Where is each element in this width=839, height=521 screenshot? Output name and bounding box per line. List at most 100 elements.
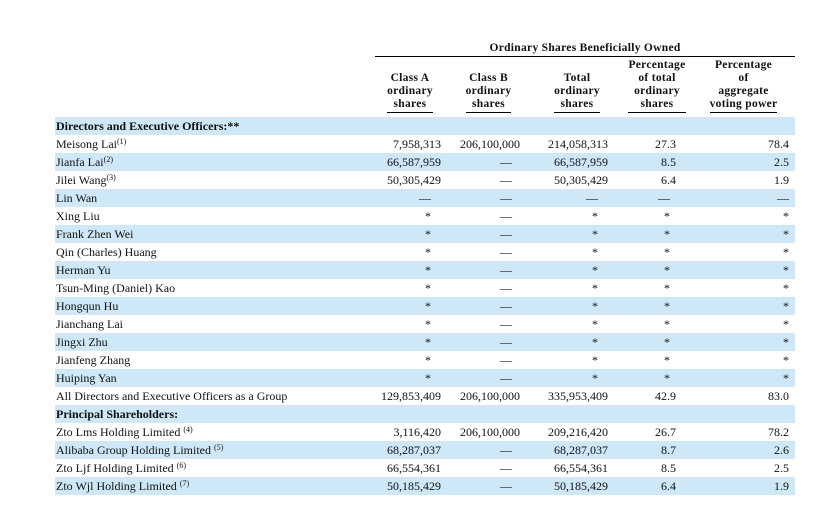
holder-name: Lin Wan <box>56 190 98 205</box>
holder-name: Frank Zhen Wei <box>56 226 134 241</box>
holder-name-cell: Jingxi Zhu <box>55 333 375 351</box>
value-cell: * <box>375 333 445 351</box>
beneficial-ownership-document: Ordinary Shares Beneficially Owned Class… <box>55 40 796 495</box>
holder-name-cell: Hongqun Hu <box>55 297 375 315</box>
column-header-line: ordinary <box>634 85 680 97</box>
value-cell: * <box>592 352 598 367</box>
holder-name-cell: Zto Lms Holding Limited (4) <box>55 423 375 441</box>
value-cell: * <box>532 225 622 243</box>
group-header: Ordinary Shares Beneficially Owned <box>375 40 796 57</box>
section-label: Directors and Executive Officers:** <box>55 117 796 135</box>
value-cell: 209,216,420 <box>548 424 608 439</box>
table-row: Herman Yu * — * * * <box>55 261 796 279</box>
value-cell: 68,287,037 <box>532 441 622 459</box>
holder-name: Zto Lms Holding Limited <box>56 424 184 439</box>
column-header: Percentage of total ordinary shares <box>622 57 692 118</box>
value-cell: 2.6 <box>692 441 796 459</box>
value-cell: * <box>592 316 598 331</box>
value-cell: * <box>622 225 692 243</box>
value-cell: 27.3 <box>655 136 676 151</box>
value-cell: 206,100,000 <box>460 388 520 403</box>
value-cell: 68,287,037 <box>375 441 445 459</box>
holder-name-cell: Jianfa Lai(2) <box>55 153 375 171</box>
column-header-line: of <box>738 72 749 84</box>
value-cell: * <box>425 244 431 259</box>
value-cell: * <box>592 208 598 223</box>
value-cell: 66,587,959 <box>532 153 622 171</box>
value-cell: * <box>592 280 598 295</box>
value-cell: 129,853,409 <box>381 388 441 403</box>
value-cell: * <box>783 352 790 367</box>
holder-name-cell: Qin (Charles) Huang <box>55 243 375 261</box>
value-cell: * <box>622 369 692 387</box>
value-cell: — <box>445 189 532 207</box>
column-header-line: Class A <box>390 72 430 84</box>
value-cell: * <box>783 244 790 259</box>
table-row: All Directors and Executive Officers as … <box>55 387 795 405</box>
beneficial-ownership-table: Ordinary Shares Beneficially Owned Class… <box>55 40 796 495</box>
holder-name-cell: All Directors and Executive Officers as … <box>55 387 375 405</box>
column-header-text: Class Aordinary shares <box>387 72 433 113</box>
table-row: Xing Liu * — * * * <box>55 207 795 225</box>
holder-name-cell: Lin Wan <box>55 189 375 207</box>
value-cell: 78.2 <box>768 424 790 439</box>
value-cell: * <box>425 280 431 295</box>
column-header-line: Total <box>563 72 591 84</box>
value-cell: * <box>692 261 796 279</box>
value-cell: 2.5 <box>774 460 790 475</box>
value-cell: 2.5 <box>692 153 796 171</box>
holder-name: Qin (Charles) Huang <box>56 244 157 259</box>
empty-header-cell <box>55 40 375 57</box>
value-cell: * <box>783 208 790 223</box>
value-cell: — <box>500 172 512 187</box>
value-cell: 335,953,409 <box>548 388 608 403</box>
value-cell: 66,587,959 <box>375 153 445 171</box>
value-cell: * <box>622 297 692 315</box>
column-header: Percentage of aggregate voting power <box>692 57 795 118</box>
holder-name-cell: Tsun-Ming (Daniel) Kao <box>55 279 375 297</box>
value-cell: * <box>425 316 431 331</box>
table-row: Alibaba Group Holding Limited (5) 68,287,… <box>55 441 796 459</box>
value-cell: 83.0 <box>768 388 790 403</box>
footnote-ref: (2) <box>103 154 113 164</box>
value-cell: 214,058,313 <box>548 136 608 151</box>
column-header-line: Percentage <box>628 59 686 71</box>
table-row: Jilei Wang(3) 50,305,429 — 50,305,429 6.4 1.9 <box>55 171 795 189</box>
column-header: Class Bordinary shares <box>445 57 532 118</box>
section-header-row: Principal Shareholders: <box>55 405 796 423</box>
value-cell: — <box>500 208 512 223</box>
value-cell: 50,305,429 <box>387 172 441 187</box>
footnote-ref: (6) <box>176 460 186 470</box>
value-cell: 26.7 <box>655 424 676 439</box>
holder-name: Hongqun Hu <box>56 298 119 313</box>
holder-name-cell: Huiping Yan <box>55 369 375 387</box>
footnote-ref: (1) <box>117 136 127 146</box>
value-cell: — <box>500 352 512 367</box>
holder-name: Jianfa Lai <box>56 154 104 169</box>
table-row: Qin (Charles) Huang * — * * * <box>55 243 795 261</box>
holder-name: Tsun-Ming (Daniel) Kao <box>56 280 176 295</box>
value-cell: * <box>375 261 445 279</box>
value-cell: — <box>500 280 512 295</box>
value-cell: * <box>664 352 670 367</box>
column-header-line: shares <box>472 98 505 110</box>
holder-name: Meisong Lai <box>56 136 117 151</box>
footnote-ref: (3) <box>106 172 116 182</box>
value-cell: * <box>664 316 670 331</box>
value-cell: 6.4 <box>622 477 692 495</box>
holder-name: Huiping Yan <box>56 370 117 385</box>
column-header: Total ordinary shares <box>532 57 622 118</box>
value-cell: 66,554,361 <box>554 460 608 475</box>
column-header-line: ordinary <box>465 85 512 97</box>
holder-name-cell: Zto Ljf Holding Limited (6) <box>55 459 375 477</box>
holder-name: Xing Liu <box>56 208 100 223</box>
value-cell: * <box>532 369 622 387</box>
value-cell: * <box>664 244 670 259</box>
value-cell: 1.9 <box>774 172 790 187</box>
value-cell: * <box>622 333 692 351</box>
column-header-text: Percentage of aggregate voting power <box>709 59 778 113</box>
holder-name-cell: Frank Zhen Wei <box>55 225 375 243</box>
value-cell: — <box>692 189 796 207</box>
value-cell: 206,100,000 <box>460 424 520 439</box>
column-header-line: shares <box>560 98 594 110</box>
